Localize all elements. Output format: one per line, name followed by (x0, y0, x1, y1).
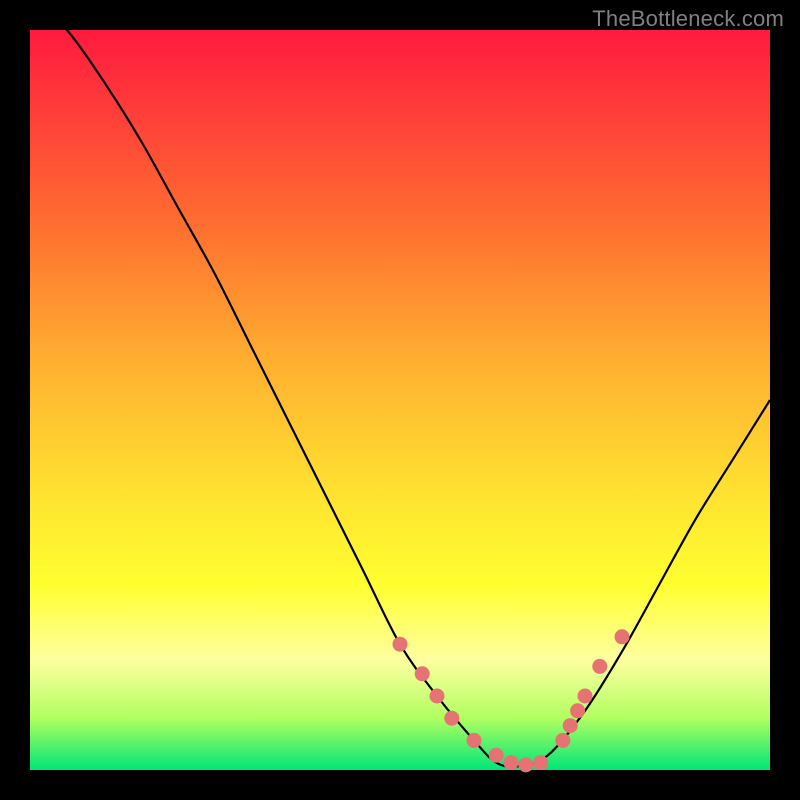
highlight-dot (393, 637, 408, 652)
bottleneck-chart-svg (30, 30, 770, 770)
highlight-dots-group (393, 629, 630, 772)
highlight-dot (578, 689, 593, 704)
highlight-dot (444, 711, 459, 726)
highlight-dot (563, 718, 578, 733)
highlight-dot (592, 659, 607, 674)
highlight-dot (430, 689, 445, 704)
highlight-dot (533, 755, 548, 770)
highlight-dot (415, 666, 430, 681)
highlight-dot (555, 733, 570, 748)
watermark-text: TheBottleneck.com (592, 6, 784, 32)
highlight-dot (504, 755, 519, 770)
highlight-dot (467, 733, 482, 748)
highlight-dot (615, 629, 630, 644)
highlight-dot (489, 748, 504, 763)
highlight-dot (570, 703, 585, 718)
bottleneck-curve (30, 0, 770, 767)
highlight-dot (518, 757, 533, 772)
